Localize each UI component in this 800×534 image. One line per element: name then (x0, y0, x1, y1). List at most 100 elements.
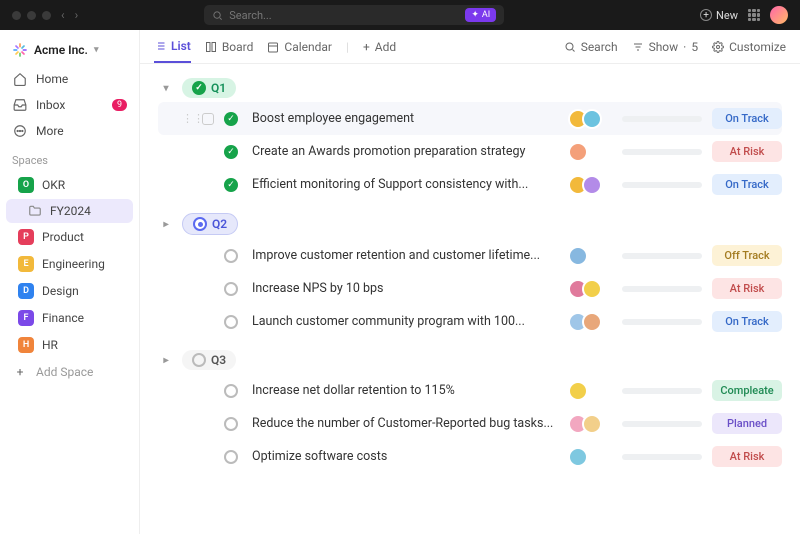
assignee-avatar[interactable] (568, 381, 588, 401)
new-button[interactable]: + New (700, 9, 738, 22)
add-view-button[interactable]: + Add (363, 32, 396, 62)
sidebar-space-engineering[interactable]: EEngineering (6, 251, 133, 277)
nav-forward-icon[interactable]: › (75, 8, 79, 22)
task-row[interactable]: Increase net dollar retention to 115% Com… (158, 374, 782, 407)
task-row[interactable]: Reduce the number of Customer-Reported b… (158, 407, 782, 440)
checkbox[interactable] (202, 113, 214, 125)
status-badge[interactable]: At Risk (712, 278, 782, 299)
empty-circle-icon[interactable] (224, 282, 238, 296)
empty-circle-icon[interactable] (224, 417, 238, 431)
empty-circle-icon[interactable] (224, 249, 238, 263)
view-tab-calendar[interactable]: Calendar (267, 32, 332, 62)
space-color-icon: D (18, 283, 34, 299)
global-search[interactable]: Search... ✦ AI (204, 5, 504, 25)
task-title[interactable]: Create an Awards promotion preparation s… (248, 144, 558, 159)
task-title[interactable]: Increase net dollar retention to 115% (248, 383, 558, 398)
assignee-avatar[interactable] (582, 175, 602, 195)
space-color-icon: P (18, 229, 34, 245)
empty-circle-icon[interactable] (224, 315, 238, 329)
task-title[interactable]: Increase NPS by 10 bps (248, 281, 558, 296)
space-color-icon: E (18, 256, 34, 272)
task-row[interactable]: ✓Efficient monitoring of Support consist… (158, 168, 782, 201)
status-badge[interactable]: At Risk (712, 141, 782, 162)
task-row[interactable]: Improve customer retention and customer … (158, 239, 782, 272)
group-pill[interactable]: Q3 (182, 350, 236, 370)
group-pill[interactable]: Q2 (182, 213, 238, 235)
ai-badge[interactable]: ✦ AI (465, 8, 496, 22)
assignee-avatar[interactable] (582, 312, 602, 332)
empty-circle-icon[interactable] (224, 450, 238, 464)
status-badge[interactable]: On Track (712, 311, 782, 332)
workspace-name: Acme Inc. (34, 43, 88, 57)
task-row[interactable]: ✓Create an Awards promotion preparation … (158, 135, 782, 168)
assignees (568, 142, 612, 162)
assignee-avatar[interactable] (582, 279, 602, 299)
caret-icon[interactable]: ▸ (158, 355, 174, 366)
status-badge[interactable]: On Track (712, 108, 782, 129)
progress-bar (622, 253, 702, 259)
sidebar-item-more[interactable]: More (0, 118, 139, 144)
toolbar-show[interactable]: Show · 5 (632, 32, 699, 62)
sidebar-space-hr[interactable]: HHR (6, 332, 133, 358)
caret-icon[interactable]: ▸ (158, 219, 174, 230)
progress-bar (622, 454, 702, 460)
task-title[interactable]: Boost employee engagement (248, 111, 558, 126)
calendar-icon (267, 41, 279, 53)
nav-back-icon[interactable]: ‹ (61, 8, 65, 22)
drag-handle-icon[interactable]: ⋮⋮ (182, 112, 192, 125)
toolbar-customize[interactable]: Customize (712, 32, 786, 62)
search-placeholder: Search... (229, 9, 272, 22)
view-tab-board[interactable]: Board (205, 32, 254, 62)
status-badge[interactable]: At Risk (712, 446, 782, 467)
assignees (568, 279, 612, 299)
assignee-avatar[interactable] (568, 246, 588, 266)
traffic-close[interactable] (12, 11, 21, 20)
workspace-switcher[interactable]: Acme Inc. ▾ (0, 38, 139, 66)
task-row[interactable]: Increase NPS by 10 bps At Risk (158, 272, 782, 305)
traffic-min[interactable] (27, 11, 36, 20)
list-icon (154, 40, 166, 52)
sidebar-space-design[interactable]: DDesign (6, 278, 133, 304)
empty-circle-icon[interactable] (224, 384, 238, 398)
status-badge[interactable]: Off Track (712, 245, 782, 266)
user-avatar[interactable] (770, 6, 788, 24)
sidebar-space-finance[interactable]: FFinance (6, 305, 133, 331)
folder-icon (28, 204, 42, 218)
task-title[interactable]: Launch customer community program with 1… (248, 314, 558, 329)
toolbar-search[interactable]: Search (564, 32, 618, 62)
task-title[interactable]: Optimize software costs (248, 449, 558, 464)
task-title[interactable]: Improve customer retention and customer … (248, 248, 558, 263)
status-badge[interactable]: Planned (712, 413, 782, 434)
sidebar-item-inbox[interactable]: Inbox 9 (0, 92, 139, 118)
assignee-avatar[interactable] (582, 109, 602, 129)
sidebar-folder[interactable]: FY2024 (6, 199, 133, 223)
assignees (568, 414, 612, 434)
progress-bar (622, 319, 702, 325)
add-space-button[interactable]: + Add Space (0, 359, 139, 385)
sidebar-item-home[interactable]: Home (0, 66, 139, 92)
group-header-q2[interactable]: ▸ Q2 (158, 209, 782, 239)
task-row[interactable]: Optimize software costs At Risk (158, 440, 782, 473)
task-row[interactable]: ⋮⋮✓Boost employee engagementOn Track (158, 102, 782, 135)
more-icon (12, 123, 28, 139)
assignee-avatar[interactable] (582, 414, 602, 434)
group-header-q3[interactable]: ▸ Q3 (158, 346, 782, 374)
view-tab-list[interactable]: List (154, 31, 191, 63)
assignee-avatar[interactable] (568, 447, 588, 467)
apps-icon[interactable] (748, 9, 760, 21)
check-circle-icon: ✓ (192, 81, 206, 95)
group-header-q1[interactable]: ▾ ✓Q1 (158, 74, 782, 102)
status-badge[interactable]: On Track (712, 174, 782, 195)
search-icon (212, 10, 223, 21)
task-title[interactable]: Efficient monitoring of Support consiste… (248, 177, 558, 192)
group-pill[interactable]: ✓Q1 (182, 78, 236, 98)
task-title[interactable]: Reduce the number of Customer-Reported b… (248, 416, 558, 431)
assignees (568, 381, 612, 401)
sidebar-space-product[interactable]: PProduct (6, 224, 133, 250)
assignee-avatar[interactable] (568, 142, 588, 162)
caret-icon[interactable]: ▾ (158, 83, 174, 94)
status-badge[interactable]: Compleate (712, 380, 782, 401)
traffic-max[interactable] (42, 11, 51, 20)
task-row[interactable]: Launch customer community program with 1… (158, 305, 782, 338)
sidebar-space-okr[interactable]: OOKR (6, 172, 133, 198)
